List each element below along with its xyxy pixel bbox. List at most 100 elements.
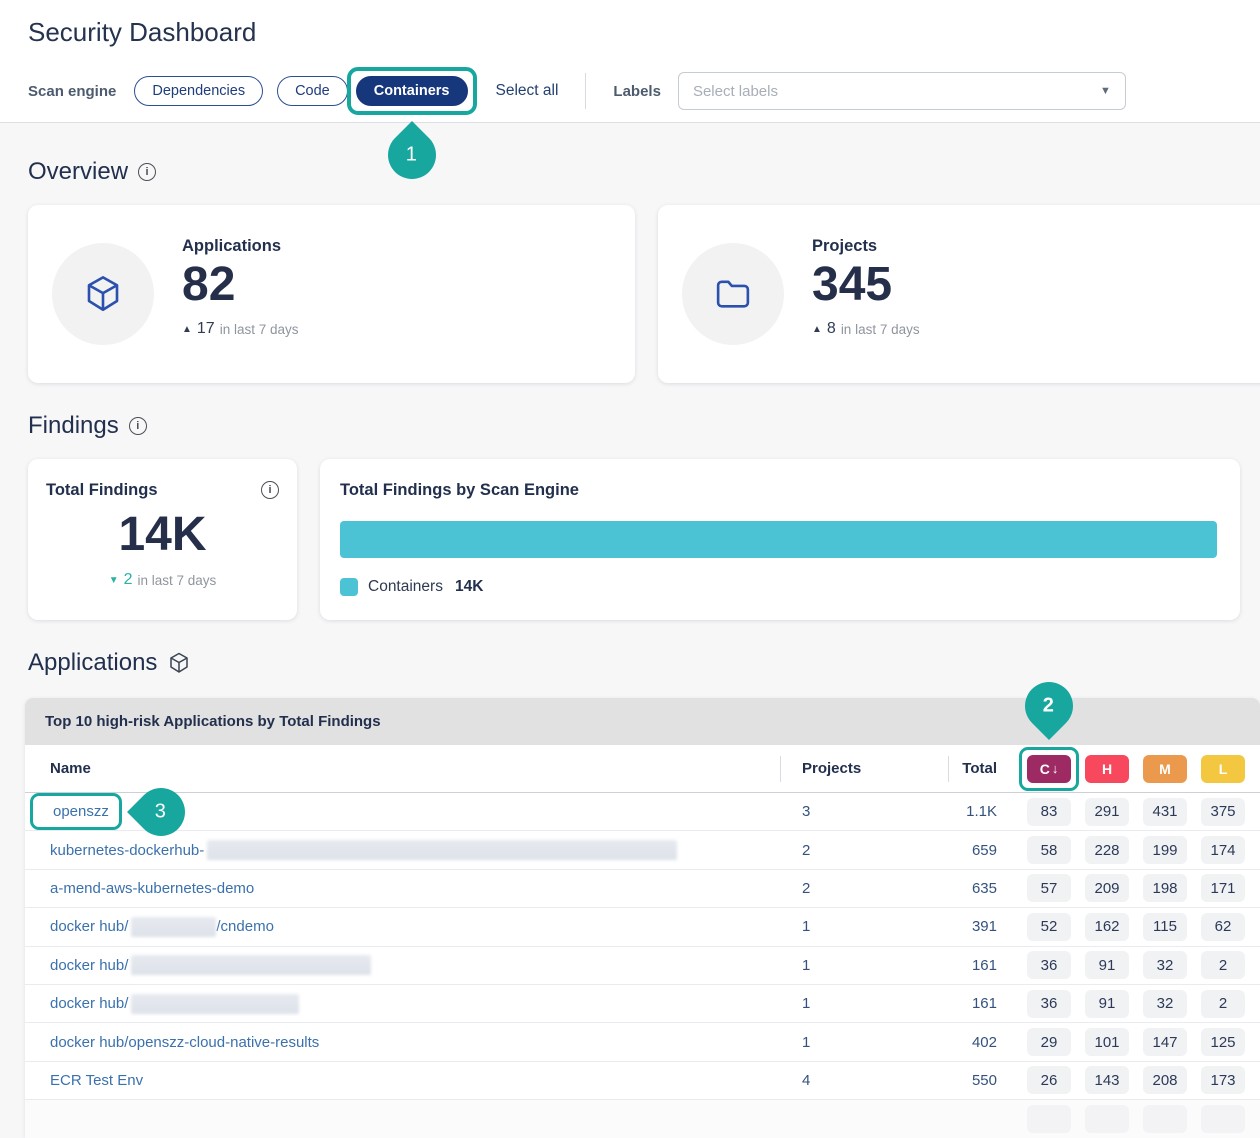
chevron-down-icon[interactable]: ▼	[1100, 85, 1111, 97]
app-name-link[interactable]: docker hub/	[50, 957, 128, 974]
app-name-link[interactable]: kubernetes-dockerhub-	[50, 842, 204, 859]
table-row: kubernetes-dockerhub- 2 659 58 228 199 1…	[25, 831, 1260, 869]
stat-label: Projects	[812, 237, 920, 256]
containers-bar[interactable]	[340, 521, 1217, 558]
app-name-link[interactable]: openszz	[53, 803, 109, 820]
column-divider	[948, 756, 949, 782]
info-icon[interactable]: i	[138, 163, 156, 181]
column-header-projects-label: Projects	[802, 760, 861, 777]
chip-dependencies[interactable]: Dependencies	[134, 76, 263, 106]
table-row: docker hub//cndemo 1 391 52 162 115 62	[25, 908, 1260, 946]
projects-count: 3	[780, 793, 948, 830]
redacted-text	[207, 840, 677, 860]
critical-label: C	[1040, 761, 1050, 777]
table-row: a-mend-aws-kubernetes-demo 2 635 57 209 …	[25, 870, 1260, 908]
medium-count: 147	[1143, 1028, 1187, 1056]
legend-value: 14K	[455, 578, 483, 596]
low-count: 173	[1201, 1066, 1245, 1094]
total-findings-delta: ▼ 2 in last 7 days	[28, 571, 297, 589]
critical-count: 52	[1027, 913, 1071, 941]
projects-count: 1	[780, 1023, 948, 1060]
critical-count: 83	[1027, 798, 1071, 826]
projects-stat-card: Projects 345 ▲ 8 in last 7 days	[658, 205, 1260, 383]
critical-count: 26	[1027, 1066, 1071, 1094]
app-name-link-suffix[interactable]: /cndemo	[216, 918, 274, 935]
app-name-link[interactable]: ECR Test Env	[50, 1072, 143, 1089]
high-count: 228	[1085, 836, 1129, 864]
callout-1-number: 1	[406, 144, 417, 167]
total-findings-count: 635	[948, 870, 1020, 907]
stat-delta: ▲ 17 in last 7 days	[182, 320, 299, 338]
app-name-cell: docker hub/	[25, 985, 780, 1022]
stat-value: 345	[812, 260, 920, 310]
column-header-medium: M	[1136, 745, 1194, 792]
medium-sort-button[interactable]: M	[1143, 755, 1187, 783]
high-count: 91	[1085, 990, 1129, 1018]
top-bar: Security Dashboard Scan engine Dependenc…	[0, 0, 1260, 123]
app-name-link[interactable]: docker hub/	[50, 918, 128, 935]
info-icon[interactable]: i	[261, 481, 279, 499]
app-name-link[interactable]: a-mend-aws-kubernetes-demo	[50, 880, 254, 897]
select-all-link[interactable]: Select all	[496, 82, 559, 100]
chip-containers[interactable]: Containers	[356, 76, 468, 106]
high-count	[1085, 1105, 1129, 1133]
labels-select[interactable]: Select labels ▼	[678, 72, 1126, 110]
delta-value: 17	[197, 320, 215, 338]
app-name-cell: kubernetes-dockerhub-	[25, 831, 780, 868]
delta-suffix: in last 7 days	[841, 322, 920, 337]
column-header-projects[interactable]: Projects	[780, 745, 948, 792]
low-count: 375	[1201, 798, 1245, 826]
high-count: 101	[1085, 1028, 1129, 1056]
total-findings-count: 550	[948, 1062, 1020, 1099]
sort-desc-icon: ↓	[1052, 761, 1059, 776]
callout-2-number: 2	[1043, 694, 1054, 717]
low-sort-button[interactable]: L	[1201, 755, 1245, 783]
redacted-text	[131, 994, 299, 1014]
column-header-total[interactable]: Total	[948, 745, 1020, 792]
legend-label: Containers	[368, 578, 443, 596]
projects-count: 2	[780, 831, 948, 868]
column-header-name[interactable]: Name	[25, 745, 780, 792]
table-title-band: Top 10 high-risk Applications by Total F…	[25, 698, 1260, 745]
medium-count: 115	[1143, 913, 1187, 941]
app-name-cell	[25, 1100, 780, 1138]
total-findings-count: 402	[948, 1023, 1020, 1060]
critical-sort-button[interactable]: C ↓	[1027, 755, 1071, 783]
column-header-critical: C ↓ 2	[1020, 745, 1078, 792]
chip-code[interactable]: Code	[277, 76, 348, 106]
column-header-low: L	[1194, 745, 1252, 792]
table-row-partial	[25, 1100, 1260, 1138]
medium-count: 431	[1143, 798, 1187, 826]
medium-count: 32	[1143, 990, 1187, 1018]
high-count: 143	[1085, 1066, 1129, 1094]
trend-up-icon: ▲	[812, 324, 822, 335]
callout-3-number: 3	[155, 800, 166, 823]
critical-count	[1027, 1105, 1071, 1133]
high-count: 291	[1085, 798, 1129, 826]
info-icon[interactable]: i	[129, 417, 147, 435]
trend-down-icon: ▼	[109, 575, 119, 586]
app-name-link[interactable]: docker hub/	[50, 995, 128, 1012]
folder-icon	[712, 273, 754, 315]
findings-heading: Findings i	[28, 412, 147, 440]
stat-value: 82	[182, 260, 299, 310]
app-name-cell: docker hub/ /cndemo	[25, 908, 780, 945]
app-name-link[interactable]: docker hub/openszz-cloud-native-results	[50, 1034, 319, 1051]
total-findings-count: 391	[948, 908, 1020, 945]
table-row: docker hub/ 1 161 36 91 32 2	[25, 985, 1260, 1023]
app-name-cell: openszz 3	[25, 793, 780, 830]
delta-suffix: in last 7 days	[138, 573, 217, 588]
medium-count	[1143, 1105, 1187, 1133]
table-row: docker hub/ 1 161 36 91 32 2	[25, 947, 1260, 985]
column-header-total-label: Total	[962, 760, 997, 777]
high-count: 209	[1085, 874, 1129, 902]
applications-stat-card: Applications 82 ▲ 17 in last 7 days	[28, 205, 635, 383]
total-findings-value: 14K	[28, 507, 297, 562]
total-findings-count: 659	[948, 831, 1020, 868]
table-row: openszz3 3 1.1K 83 291 431 375	[25, 793, 1260, 831]
page-title: Security Dashboard	[28, 17, 256, 48]
low-count: 2	[1201, 951, 1245, 979]
delta-value: 2	[124, 571, 133, 589]
high-sort-button[interactable]: H	[1085, 755, 1129, 783]
redacted-text	[131, 917, 216, 937]
